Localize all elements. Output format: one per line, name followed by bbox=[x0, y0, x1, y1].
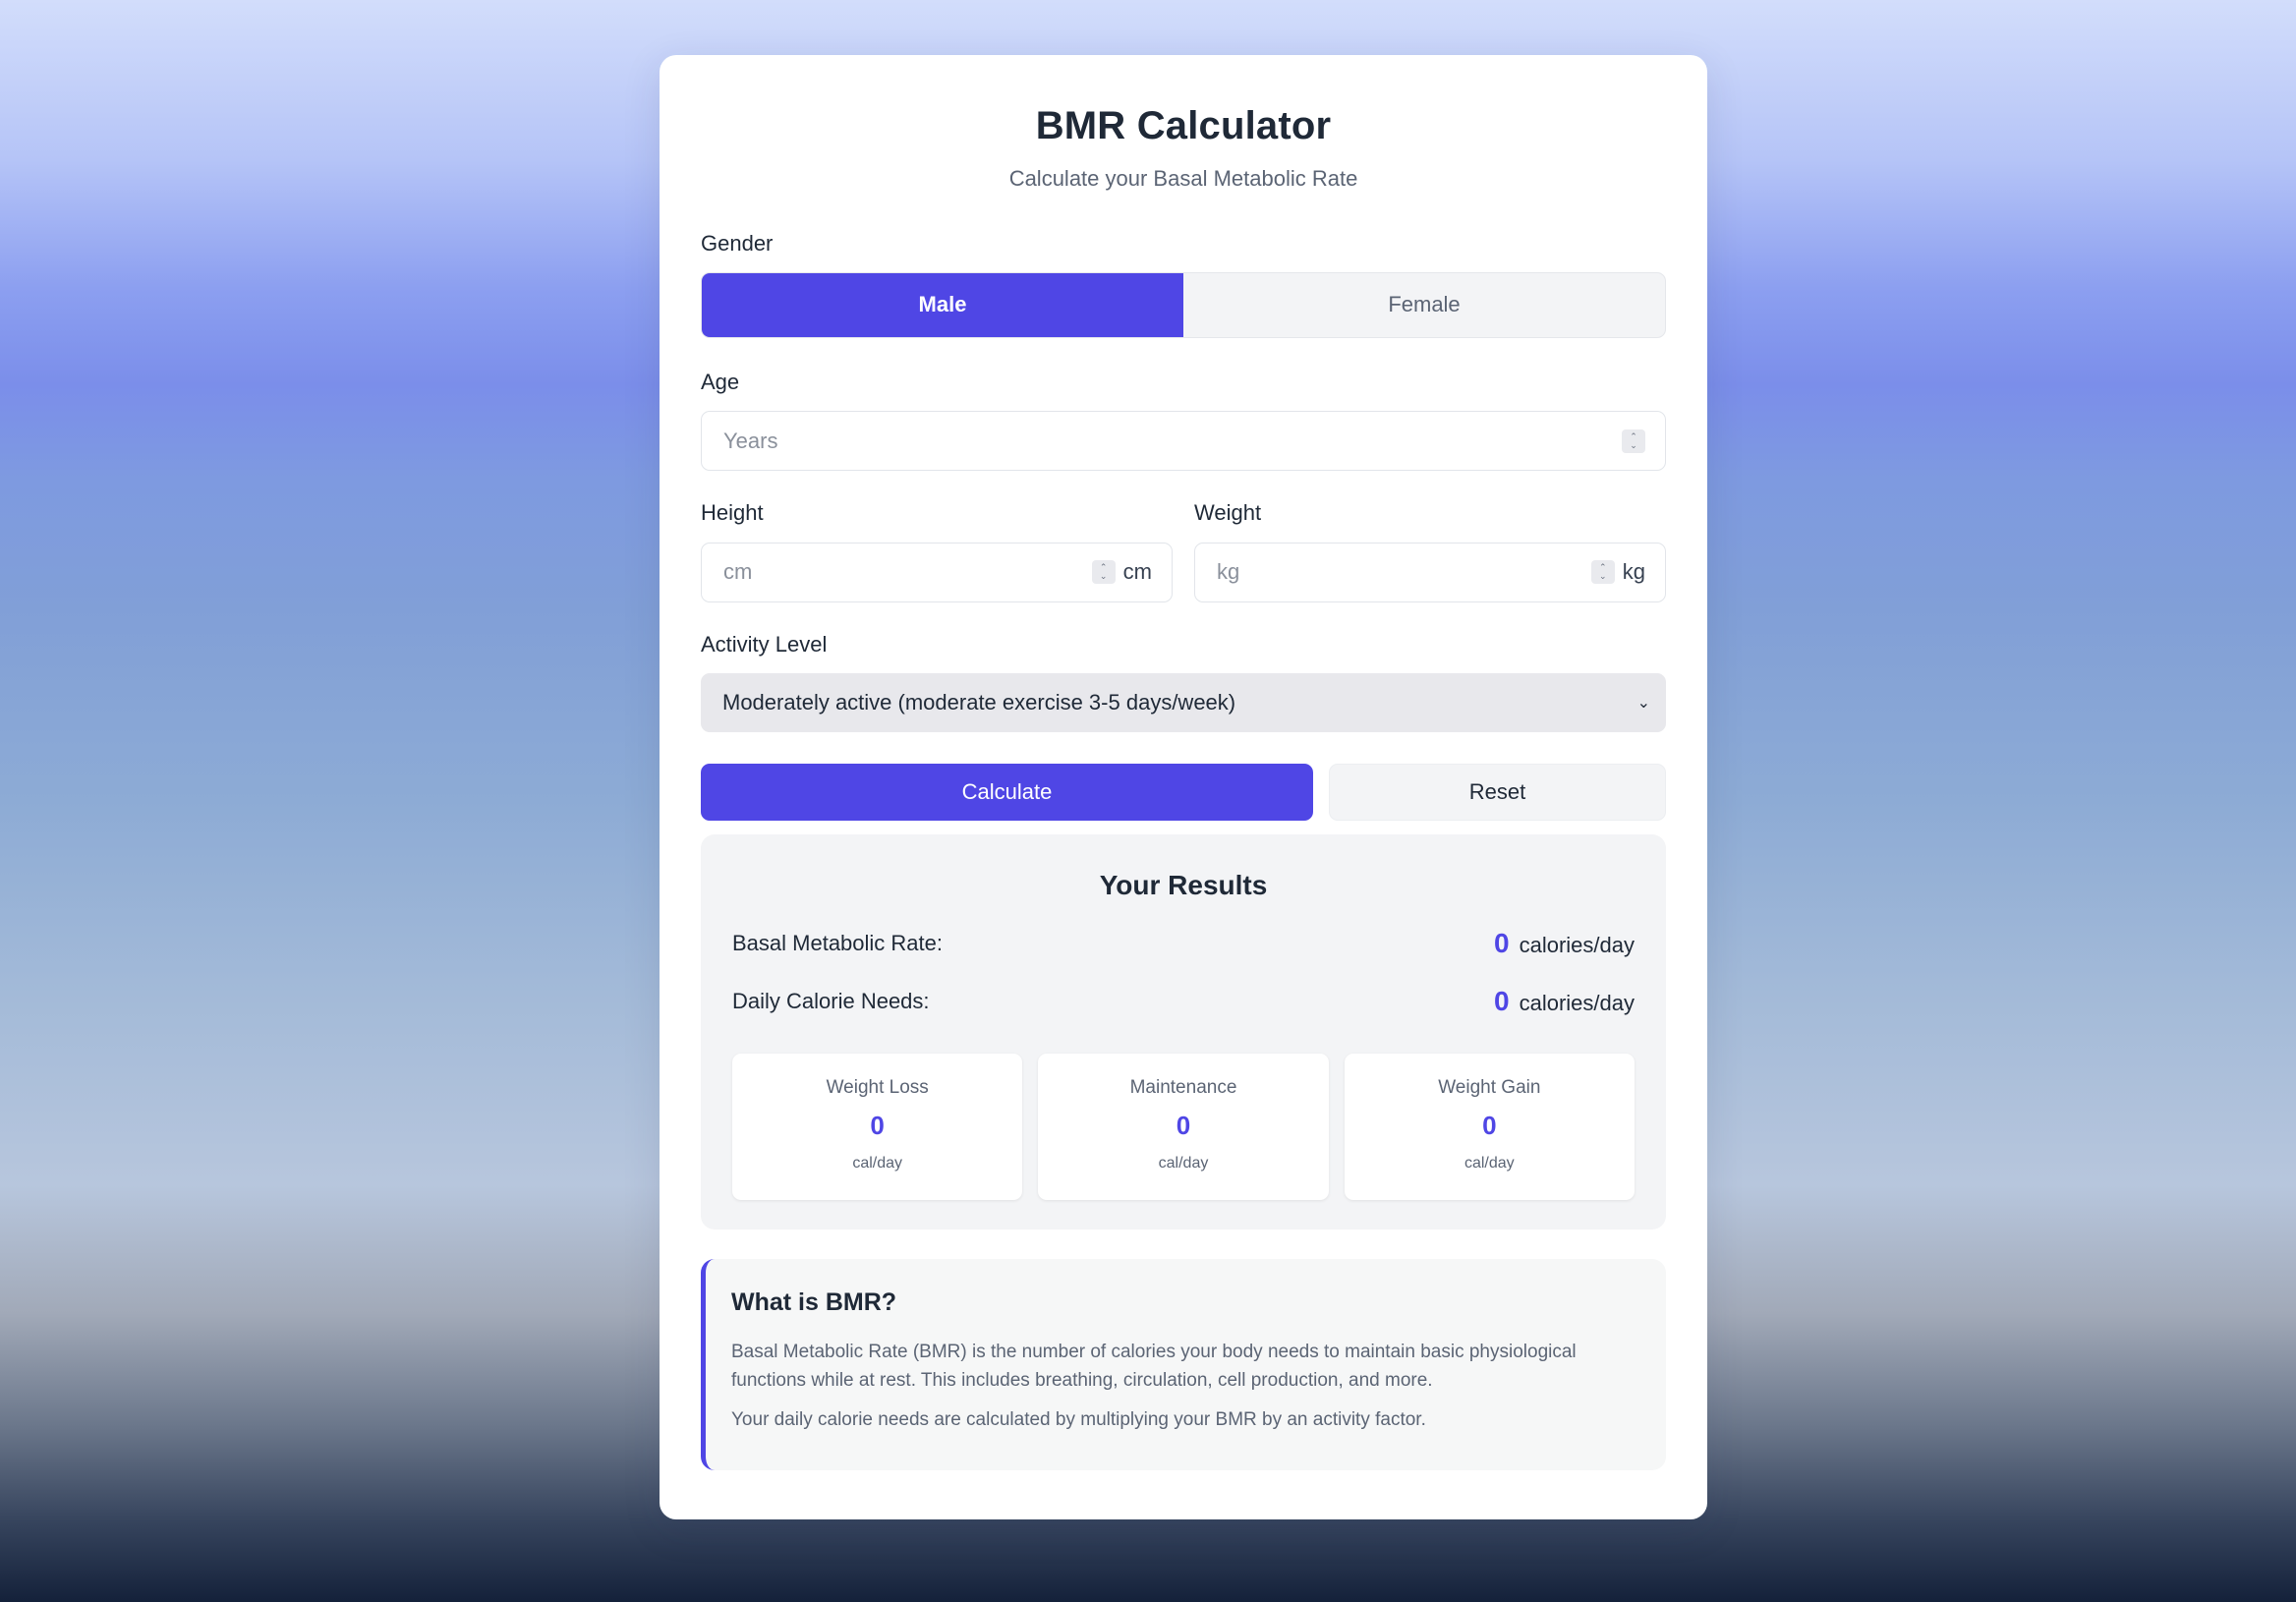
height-unit: cm bbox=[1122, 559, 1152, 585]
weight-label: Weight bbox=[1194, 500, 1262, 526]
info-title: What is BMR? bbox=[731, 1288, 897, 1317]
goal-unit: cal/day bbox=[1464, 1155, 1515, 1173]
weight-loss-card: Weight Loss 0 cal/day bbox=[732, 1054, 1023, 1201]
bmr-info-box: What is BMR? Basal Metabolic Rate (BMR) … bbox=[701, 1259, 1666, 1470]
height-stepper-icon[interactable]: ⌃ ⌄ bbox=[1091, 560, 1116, 585]
weight-input[interactable]: kg ⌃ ⌄ kg bbox=[1194, 542, 1666, 602]
reset-button[interactable]: Reset bbox=[1329, 764, 1666, 822]
gender-female-button[interactable]: Female bbox=[1183, 273, 1665, 337]
info-paragraph: Basal Metabolic Rate (BMR) is the number… bbox=[731, 1342, 1577, 1391]
goal-label: Weight Gain bbox=[1438, 1077, 1541, 1099]
age-placeholder: Years bbox=[723, 428, 778, 453]
bmr-result-row: Basal Metabolic Rate: 0 calories/day bbox=[732, 927, 1635, 960]
gender-toggle: Male Female bbox=[701, 271, 1666, 338]
goal-unit: cal/day bbox=[852, 1155, 903, 1173]
daily-result-label: Daily Calorie Needs: bbox=[732, 989, 930, 1014]
weight-stepper-icon[interactable]: ⌃ ⌄ bbox=[1590, 560, 1615, 585]
goal-label: Weight Loss bbox=[826, 1077, 929, 1099]
results-panel: Your Results Basal Metabolic Rate: 0 cal… bbox=[701, 834, 1666, 1230]
weight-placeholder: kg bbox=[1217, 559, 1240, 585]
age-label: Age bbox=[701, 369, 740, 394]
age-input[interactable]: Years ⌃ ⌄ bbox=[701, 411, 1666, 472]
bmr-result-unit: calories/day bbox=[1519, 933, 1635, 958]
daily-result-row: Daily Calorie Needs: 0 calories/day bbox=[732, 985, 1635, 1018]
results-title: Your Results bbox=[1099, 870, 1268, 901]
height-input[interactable]: cm ⌃ ⌄ cm bbox=[701, 542, 1173, 602]
weight-gain-card: Weight Gain 0 cal/day bbox=[1344, 1054, 1635, 1201]
activity-selected-value: Moderately active (moderate exercise 3-5… bbox=[722, 690, 1236, 715]
goal-value: 0 bbox=[1482, 1111, 1497, 1141]
gender-label: Gender bbox=[701, 230, 774, 256]
page-subtitle: Calculate your Basal Metabolic Rate bbox=[1008, 166, 1358, 191]
goal-value: 0 bbox=[1176, 1111, 1191, 1141]
maintenance-card: Maintenance 0 cal/day bbox=[1038, 1054, 1329, 1201]
height-placeholder: cm bbox=[723, 559, 753, 585]
goal-unit: cal/day bbox=[1158, 1155, 1209, 1173]
age-stepper-icon[interactable]: ⌃ ⌄ bbox=[1622, 429, 1645, 453]
calculate-button[interactable]: Calculate bbox=[701, 764, 1313, 822]
page-title: BMR Calculator bbox=[1035, 104, 1332, 147]
bmr-result-label: Basal Metabolic Rate: bbox=[732, 931, 943, 956]
bmr-result-value: 0 bbox=[1494, 928, 1510, 959]
height-label: Height bbox=[701, 500, 764, 526]
goal-label: Maintenance bbox=[1129, 1077, 1237, 1099]
goal-value: 0 bbox=[870, 1111, 885, 1141]
chevron-down-icon: ⌄ bbox=[1636, 695, 1650, 713]
activity-select[interactable]: Moderately active (moderate exercise 3-5… bbox=[701, 673, 1666, 733]
info-paragraph: Your daily calorie needs are calculated … bbox=[731, 1409, 1426, 1431]
daily-result-value: 0 bbox=[1494, 986, 1510, 1017]
gender-male-button[interactable]: Male bbox=[702, 272, 1183, 337]
bmr-calculator-card: BMR Calculator Calculate your Basal Meta… bbox=[660, 55, 1707, 1519]
activity-label: Activity Level bbox=[701, 631, 828, 657]
daily-result-unit: calories/day bbox=[1519, 991, 1635, 1016]
weight-unit: kg bbox=[1622, 559, 1645, 585]
